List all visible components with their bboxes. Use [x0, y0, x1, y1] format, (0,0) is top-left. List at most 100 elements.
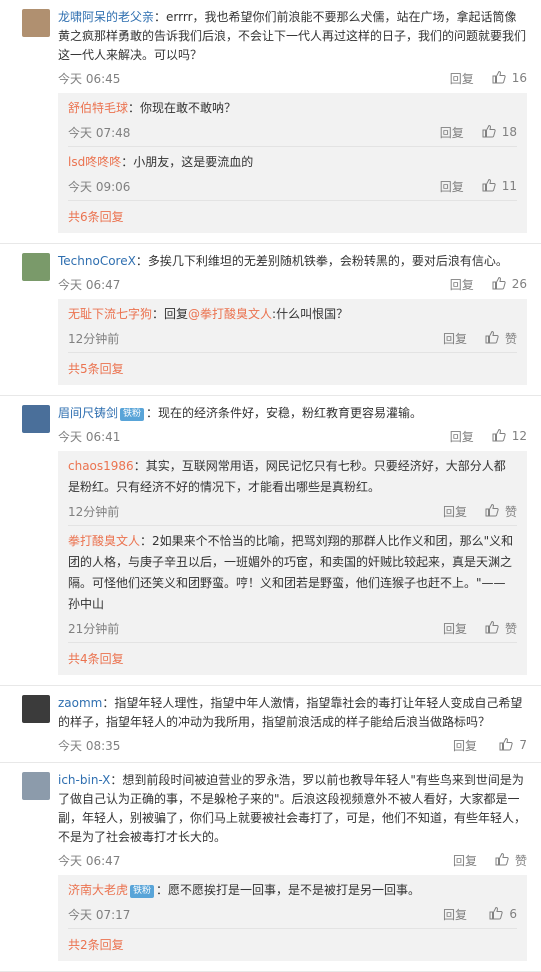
like-button[interactable]: 11	[482, 178, 517, 195]
reply-body: ：你现在敢不敢呐？	[128, 101, 237, 115]
comment-text: TechnoCoreX：多挨几下利维坦的无差别随机铁拳，会粉转黑的，要对后浪有信…	[58, 252, 527, 271]
username[interactable]: 无耻下流七字狗	[68, 307, 152, 321]
avatar[interactable]	[22, 695, 50, 723]
reply-text: 舒伯特毛球：你现在敢不敢呐？	[68, 98, 517, 119]
like-button[interactable]: 26	[492, 276, 527, 293]
comment-item: zaomm：指望年轻人理性，指望中年人激情，指望靠社会的毒打让年轻人变成自己希望…	[0, 686, 541, 763]
username[interactable]: TechnoCoreX	[58, 254, 136, 268]
thumbs-up-icon	[485, 503, 505, 520]
like-button[interactable]: 7	[495, 737, 527, 754]
more-replies-link[interactable]: 共2条回复	[68, 929, 517, 961]
like-count: 赞	[504, 621, 517, 636]
username[interactable]: 拳打酸臭文人	[68, 534, 140, 548]
reply-button[interactable]: 回复	[453, 737, 477, 754]
username[interactable]: ich-bin-X	[58, 773, 110, 787]
reply-button[interactable]: 回复	[440, 178, 464, 195]
comment-text: 眉间尺铸剑 铁粉 ：现在的经济条件好，安稳，粉红教育更容易灌输。	[58, 404, 527, 423]
mention-link[interactable]: @拳打酸臭文人	[188, 307, 272, 321]
reply-meta: 12分钟前 回复 赞	[68, 500, 517, 522]
timestamp: 今天 08:35	[58, 738, 121, 753]
comment-item: TechnoCoreX：多挨几下利维坦的无差别随机铁拳，会粉转黑的，要对后浪有信…	[0, 244, 541, 396]
fan-badge: 铁粉	[120, 408, 145, 421]
thumbs-up-icon	[482, 178, 502, 195]
reply-button[interactable]: 回复	[450, 70, 474, 87]
reply-item: lsd咚咚咚：小朋友，这是要流血的今天 09:06 回复 11	[68, 147, 517, 201]
reply-item: 济南大老虎 铁粉 ：愿不愿挨打是一回事，是不是被打是另一回事。今天 07:17 回复 6	[68, 875, 517, 929]
reply-body: ：愿不愿挨打是一回事，是不是被打是另一回事。	[156, 883, 421, 897]
reply-body: ：小朋友，这是要流血的	[121, 155, 254, 169]
more-replies-link[interactable]: 共4条回复	[68, 643, 517, 675]
avatar[interactable]	[22, 253, 50, 281]
reply-list: chaos1986：其实，互联网常用语，网民记忆只有七秒。只要经济好，大部分人都…	[58, 451, 527, 675]
reply-button[interactable]: 回复	[443, 620, 467, 637]
username[interactable]: lsd咚咚咚	[68, 155, 121, 169]
timestamp: 12分钟前	[68, 504, 120, 519]
comment-body: ：现在的经济条件好，安稳，粉红教育更容易灌输。	[146, 406, 423, 420]
username[interactable]: 眉间尺铸剑	[58, 406, 118, 420]
comment-body: ：指望年轻人理性，指望中年人激情，指望靠社会的毒打让年轻人变成自己希望的样子，指…	[58, 696, 523, 729]
like-button[interactable]: 赞	[495, 852, 527, 869]
reply-text: chaos1986：其实，互联网常用语，网民记忆只有七秒。只要经济好，大部分人都…	[68, 456, 517, 498]
more-replies-link[interactable]: 共5条回复	[68, 353, 517, 385]
timestamp: 今天 06:45	[58, 71, 121, 86]
reply-list: 无耻下流七字狗：回复@拳打酸臭文人:什么叫恨国？ 12分钟前 回复 赞共5条回复	[58, 299, 527, 385]
timestamp: 12分钟前	[68, 331, 120, 346]
reply-button[interactable]: 回复	[443, 503, 467, 520]
like-count: 6	[509, 907, 517, 921]
reply-button[interactable]: 回复	[443, 330, 467, 347]
comment-meta: 今天 06:45 回复 16	[58, 67, 527, 89]
comment-meta: 今天 06:47 回复 26	[58, 273, 527, 295]
like-button[interactable]: 6	[485, 906, 517, 923]
reply-body: :什么叫恨国？	[272, 307, 349, 321]
reply-button[interactable]: 回复	[440, 124, 464, 141]
thumbs-up-icon	[482, 124, 502, 141]
username[interactable]: zaomm	[58, 696, 102, 710]
username[interactable]: 舒伯特毛球	[68, 101, 128, 115]
reply-button[interactable]: 回复	[450, 428, 474, 445]
reply-button[interactable]: 回复	[453, 852, 477, 869]
thumbs-up-icon	[495, 852, 515, 869]
avatar[interactable]	[22, 9, 50, 37]
like-button[interactable]: 赞	[485, 620, 517, 637]
username[interactable]: chaos1986	[68, 459, 134, 473]
like-count: 7	[519, 738, 527, 752]
like-count: 16	[511, 71, 527, 85]
comment-item: ich-bin-X：想到前段时间被迫营业的罗永浩，罗以前也教导年轻人"有些鸟来到…	[0, 763, 541, 972]
like-button[interactable]: 赞	[485, 330, 517, 347]
reply-prefix: ：回复	[152, 307, 189, 321]
reply-meta: 今天 07:17 回复 6	[68, 903, 517, 925]
reply-button[interactable]: 回复	[450, 276, 474, 293]
like-button[interactable]: 18	[482, 124, 517, 141]
avatar[interactable]	[22, 772, 50, 800]
reply-text: 无耻下流七字狗：回复@拳打酸臭文人:什么叫恨国？	[68, 304, 517, 325]
timestamp: 今天 06:47	[58, 277, 121, 292]
reply-item: 拳打酸臭文人：2如果来个不恰当的比喻，把骂刘翔的那群人比作义和团，那么"义和团的…	[68, 526, 517, 643]
thumbs-up-icon	[499, 737, 519, 754]
more-replies-link[interactable]: 共6条回复	[68, 201, 517, 233]
reply-item: 舒伯特毛球：你现在敢不敢呐？ 今天 07:48 回复 18	[68, 93, 517, 147]
timestamp: 今天 09:06	[68, 179, 131, 194]
like-button[interactable]: 12	[492, 428, 527, 445]
username[interactable]: 龙啸阿呆的老父亲	[58, 10, 154, 24]
username[interactable]: 济南大老虎	[68, 883, 128, 897]
comment-list: 龙啸阿呆的老父亲：errrr，我也希望你们前浪能不要那么犬儒，站在广场，拿起话筒…	[0, 0, 541, 972]
reply-meta: 12分钟前 回复 赞	[68, 327, 517, 349]
timestamp: 今天 07:48	[68, 125, 131, 140]
timestamp: 21分钟前	[68, 621, 120, 636]
like-button[interactable]: 16	[492, 70, 527, 87]
reply-item: 无耻下流七字狗：回复@拳打酸臭文人:什么叫恨国？ 12分钟前 回复 赞	[68, 299, 517, 353]
timestamp: 今天 07:17	[68, 907, 131, 922]
thumbs-up-icon	[485, 330, 505, 347]
like-count: 赞	[504, 331, 517, 346]
like-count: 赞	[504, 504, 517, 519]
timestamp: 今天 06:41	[58, 429, 121, 444]
reply-item: chaos1986：其实，互联网常用语，网民记忆只有七秒。只要经济好，大部分人都…	[68, 451, 517, 526]
comment-text: ich-bin-X：想到前段时间被迫营业的罗永浩，罗以前也教导年轻人"有些鸟来到…	[58, 771, 527, 847]
like-button[interactable]: 赞	[485, 503, 517, 520]
avatar[interactable]	[22, 405, 50, 433]
thumbs-up-icon	[492, 276, 512, 293]
reply-button[interactable]: 回复	[443, 906, 467, 923]
comment-item: 眉间尺铸剑 铁粉 ：现在的经济条件好，安稳，粉红教育更容易灌输。今天 06:41 回复…	[0, 396, 541, 686]
reply-text: 济南大老虎 铁粉 ：愿不愿挨打是一回事，是不是被打是另一回事。	[68, 880, 517, 901]
thumbs-up-icon	[485, 620, 505, 637]
